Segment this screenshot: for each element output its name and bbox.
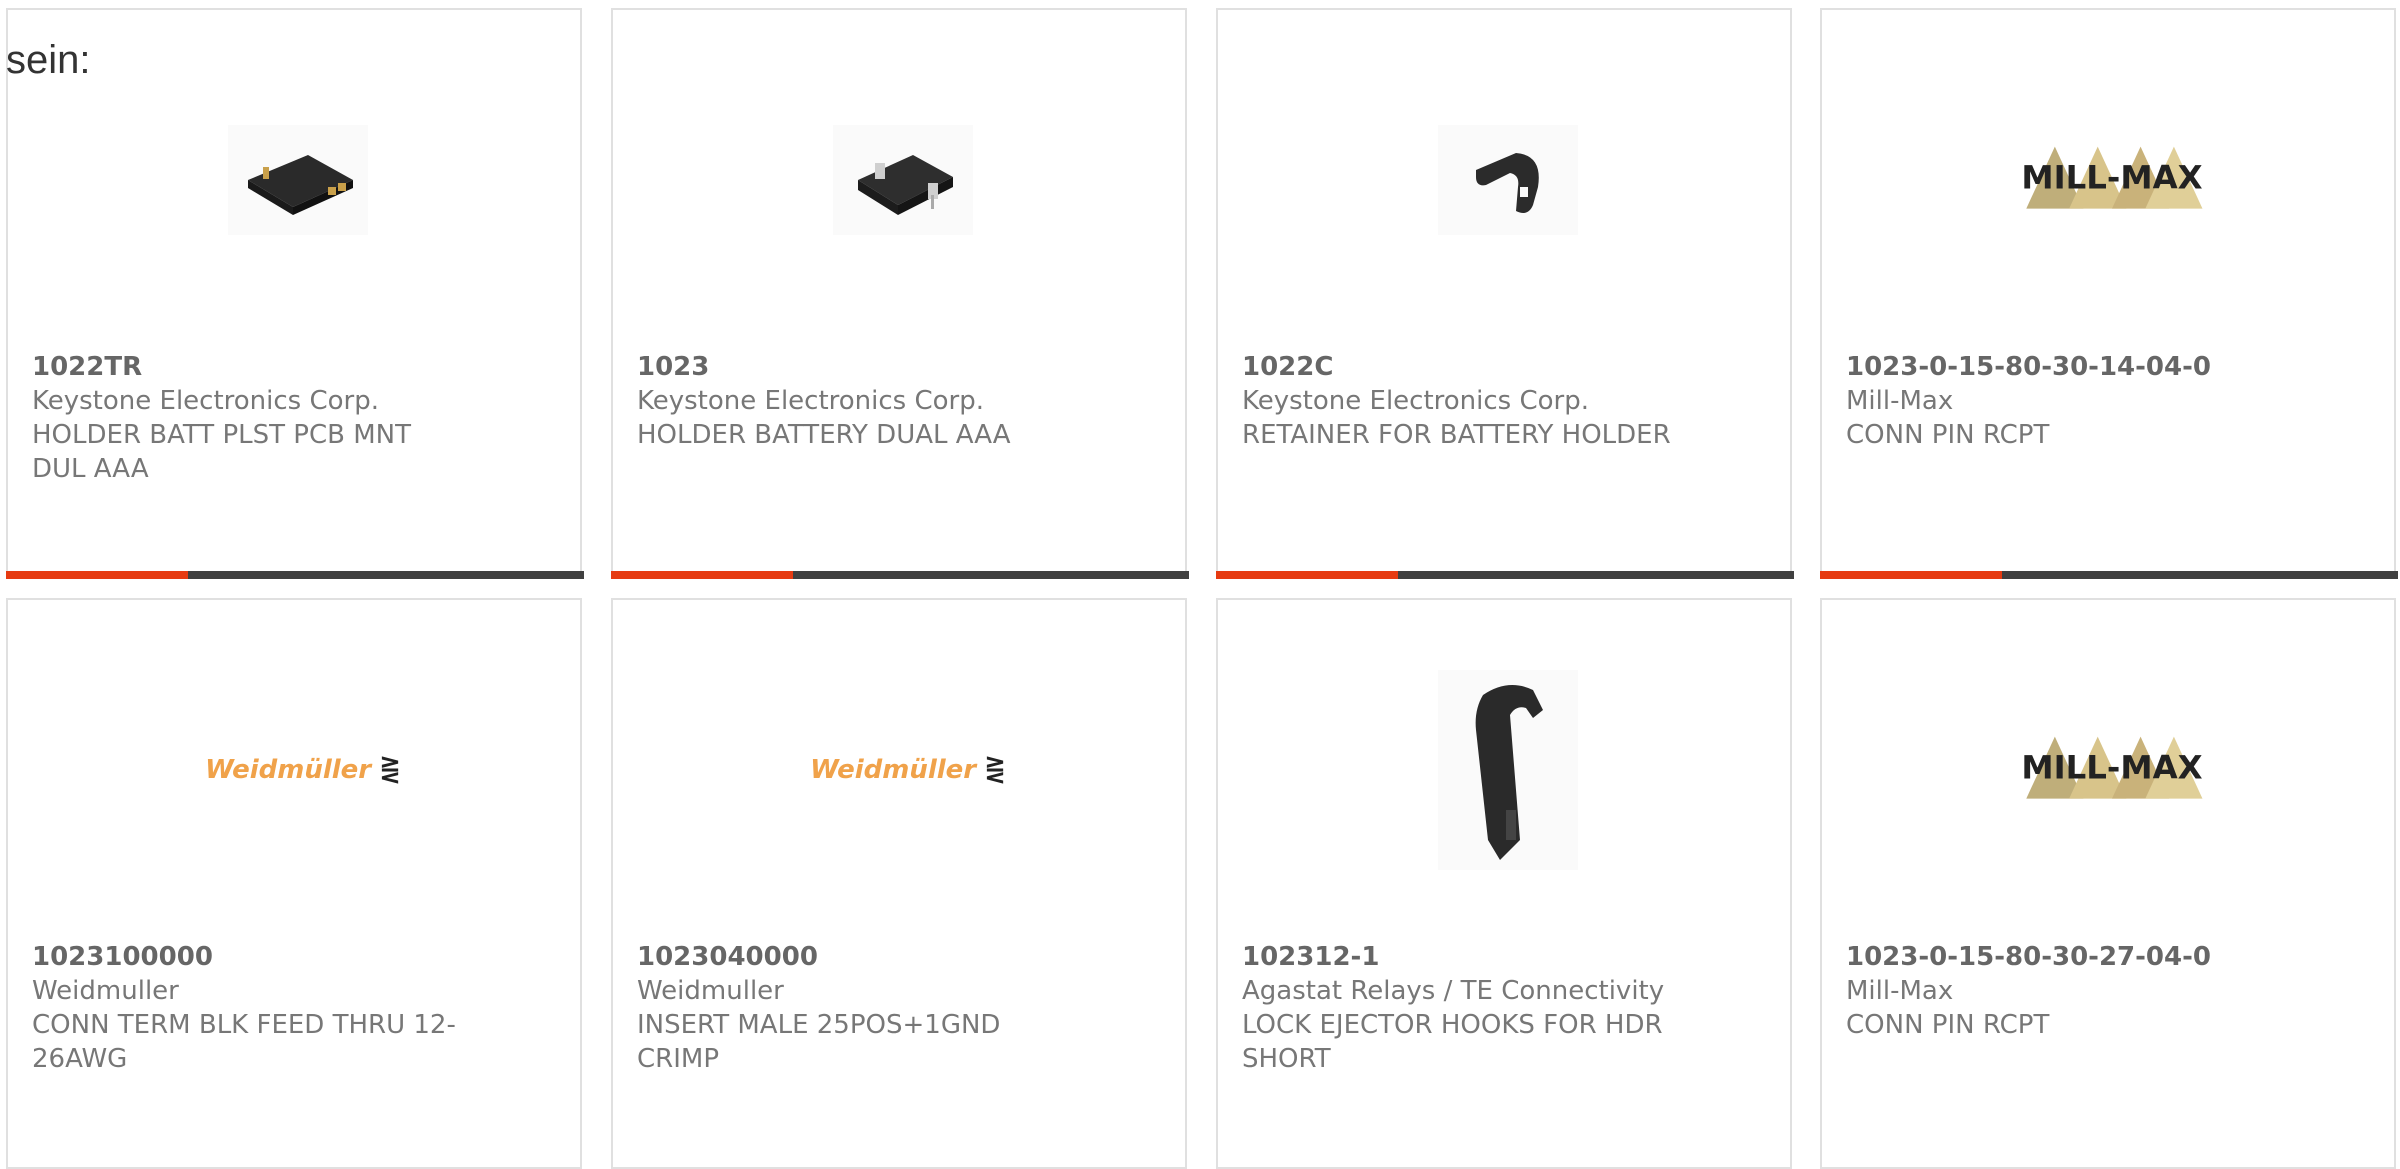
product-card[interactable]: 1023 Keystone Electronics Corp. HOLDER B… — [611, 8, 1189, 579]
weidmuller-logo: Weidmüller ⋛ — [810, 755, 1006, 785]
battery-holder-icon — [803, 80, 1003, 280]
manufacturer: Mill-Max — [1846, 976, 1954, 1006]
card-accent-bar — [6, 571, 584, 579]
product-card[interactable]: MILL-MAX 1023-0-15-80-30-27-04-0 Mill-Ma… — [1820, 598, 2396, 1169]
manufacturer: Keystone Electronics Corp. — [32, 386, 380, 416]
part-number[interactable]: 1022C — [1242, 350, 1682, 384]
card-accent-bar — [1820, 571, 2398, 579]
description: HOLDER BATT PLST PCB MNT DUL AAA — [32, 420, 411, 484]
product-card[interactable]: 1022C Keystone Electronics Corp. RETAINE… — [1216, 8, 1794, 579]
part-number[interactable]: 1023100000 — [32, 940, 472, 974]
manufacturer: Mill-Max — [1846, 386, 1954, 416]
logo-text: Weidmüller — [810, 755, 977, 785]
part-number[interactable]: 1022TR — [32, 350, 472, 384]
manufacturer: Weidmuller — [32, 976, 179, 1006]
battery-holder-icon — [198, 80, 398, 280]
lead-text: sein: — [6, 38, 91, 82]
manufacturer: Keystone Electronics Corp. — [1242, 386, 1590, 416]
product-card[interactable]: 102312-1 Agastat Relays / TE Connectivit… — [1216, 598, 1792, 1169]
ejector-hook-icon — [1408, 670, 1608, 870]
manufacturer: Agastat Relays / TE Connectivity — [1242, 976, 1665, 1006]
description: HOLDER BATTERY DUAL AAA — [637, 420, 1011, 450]
mill-max-logo: MILL-MAX — [2012, 670, 2212, 870]
product-card[interactable]: Weidmüller ⋛ 1023100000 Weidmuller CONN T… — [6, 598, 582, 1169]
part-number[interactable]: 1023040000 — [637, 940, 1077, 974]
product-card[interactable]: 1022TR Keystone Electronics Corp. HOLDER… — [6, 8, 584, 579]
logo-text: MILL-MAX — [2021, 749, 2202, 787]
product-card[interactable]: MILL-MAX 1023-0-15-80-30-14-04-0 Mill-Ma… — [1820, 8, 2398, 579]
card-accent-bar — [1216, 571, 1794, 579]
description: CONN TERM BLK FEED THRU 12-26AWG — [32, 1010, 456, 1074]
part-number[interactable]: 1023-0-15-80-30-27-04-0 — [1846, 940, 2286, 974]
description: INSERT MALE 25POS+1GND CRIMP — [637, 1010, 1001, 1074]
description: CONN PIN RCPT — [1846, 420, 2050, 450]
part-number[interactable]: 102312-1 — [1242, 940, 1682, 974]
logo-text: Weidmüller — [205, 755, 372, 785]
part-number[interactable]: 1023 — [637, 350, 1077, 384]
mill-max-logo: MILL-MAX — [2012, 80, 2212, 280]
weidmuller-logo: Weidmüller ⋛ — [205, 755, 401, 785]
part-number[interactable]: 1023-0-15-80-30-14-04-0 — [1846, 350, 2286, 384]
card-accent-bar — [611, 571, 1189, 579]
manufacturer: Weidmuller — [637, 976, 784, 1006]
description: RETAINER FOR BATTERY HOLDER — [1242, 420, 1671, 450]
retainer-clip-icon — [1408, 80, 1608, 280]
product-card[interactable]: Weidmüller ⋛ 1023040000 Weidmuller INSERT… — [611, 598, 1187, 1169]
manufacturer: Keystone Electronics Corp. — [637, 386, 985, 416]
description: LOCK EJECTOR HOOKS FOR HDR SHORT — [1242, 1010, 1663, 1074]
product-grid: 1022TR Keystone Electronics Corp. HOLDER… — [0, 0, 2400, 1169]
description: CONN PIN RCPT — [1846, 1010, 2050, 1040]
logo-text: MILL-MAX — [2021, 159, 2202, 197]
